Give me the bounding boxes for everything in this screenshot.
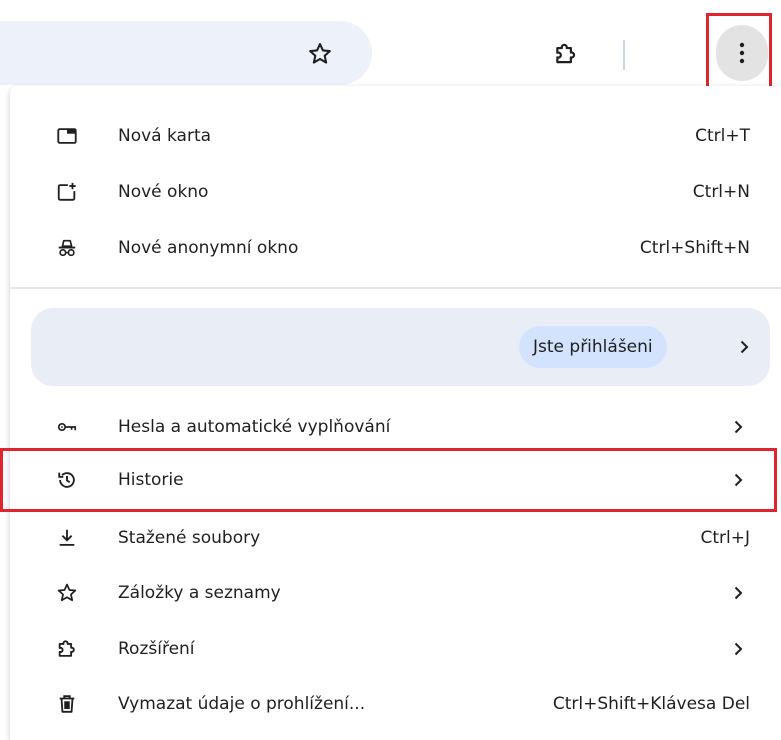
chrome-main-menu: Nová karta Ctrl+T Nové okno Ctrl+N Nové … (10, 86, 781, 740)
menu-item-extensions[interactable]: Rozšíření (10, 621, 781, 677)
star-icon (55, 581, 79, 605)
signed-in-status: Jste přihlášeni (519, 326, 667, 368)
menu-item-shortcut: Ctrl+J (700, 528, 750, 548)
chevron-right-icon (729, 418, 747, 436)
key-icon (55, 415, 79, 439)
menu-item-label: Hesla a automatické vyplňování (118, 417, 391, 437)
menu-item-incognito-window[interactable]: Nové anonymní okno Ctrl+Shift+N (10, 220, 781, 276)
menu-item-label: Záložky a seznamy (118, 583, 281, 603)
puzzle-icon (556, 43, 576, 64)
star-icon (309, 43, 331, 64)
browser-frame: Nová karta Ctrl+T Nové okno Ctrl+N Nové … (0, 0, 781, 740)
menu-item-clear-browsing-data[interactable]: Vymazat údaje o prohlížení... Ctrl+Shift… (10, 676, 781, 732)
chevron-right-icon (735, 338, 753, 356)
history-highlight (0, 448, 777, 512)
menu-button-highlight (706, 13, 772, 97)
chevron-right-icon (729, 640, 747, 658)
menu-item-shortcut: Ctrl+Shift+Klávesa Del (552, 694, 750, 714)
new-tab-icon (55, 124, 79, 148)
menu-item-label: Nová karta (118, 126, 212, 146)
profile-card[interactable]: Jste přihlášeni (31, 308, 770, 386)
chevron-right-icon (729, 584, 747, 602)
extensions-button[interactable] (548, 36, 584, 72)
new-window-icon (55, 180, 79, 204)
menu-item-label: Vymazat údaje o prohlížení... (118, 694, 366, 714)
menu-item-new-window[interactable]: Nové okno Ctrl+N (10, 164, 781, 220)
browser-toolbar (0, 0, 781, 100)
incognito-icon (55, 236, 79, 260)
menu-item-downloads[interactable]: Stažené soubory Ctrl+J (10, 510, 781, 566)
menu-item-shortcut: Ctrl+T (695, 126, 750, 146)
menu-item-new-tab[interactable]: Nová karta Ctrl+T (10, 108, 781, 164)
menu-item-label: Stažené soubory (118, 528, 261, 548)
menu-item-label: Nové okno (118, 182, 209, 202)
menu-item-label: Rozšíření (118, 639, 195, 659)
menu-item-shortcut: Ctrl+Shift+N (639, 238, 750, 258)
menu-item-bookmarks[interactable]: Záložky a seznamy (10, 565, 781, 621)
toolbar-divider (623, 40, 625, 70)
menu-item-passwords[interactable]: Hesla a automatické vyplňování (10, 399, 781, 455)
bookmark-star-button[interactable] (302, 36, 338, 72)
download-icon (55, 526, 79, 550)
trash-icon (55, 692, 79, 716)
puzzle-icon (55, 637, 79, 661)
menu-separator (10, 287, 781, 289)
menu-item-shortcut: Ctrl+N (692, 182, 750, 202)
menu-item-label: Nové anonymní okno (118, 238, 299, 258)
